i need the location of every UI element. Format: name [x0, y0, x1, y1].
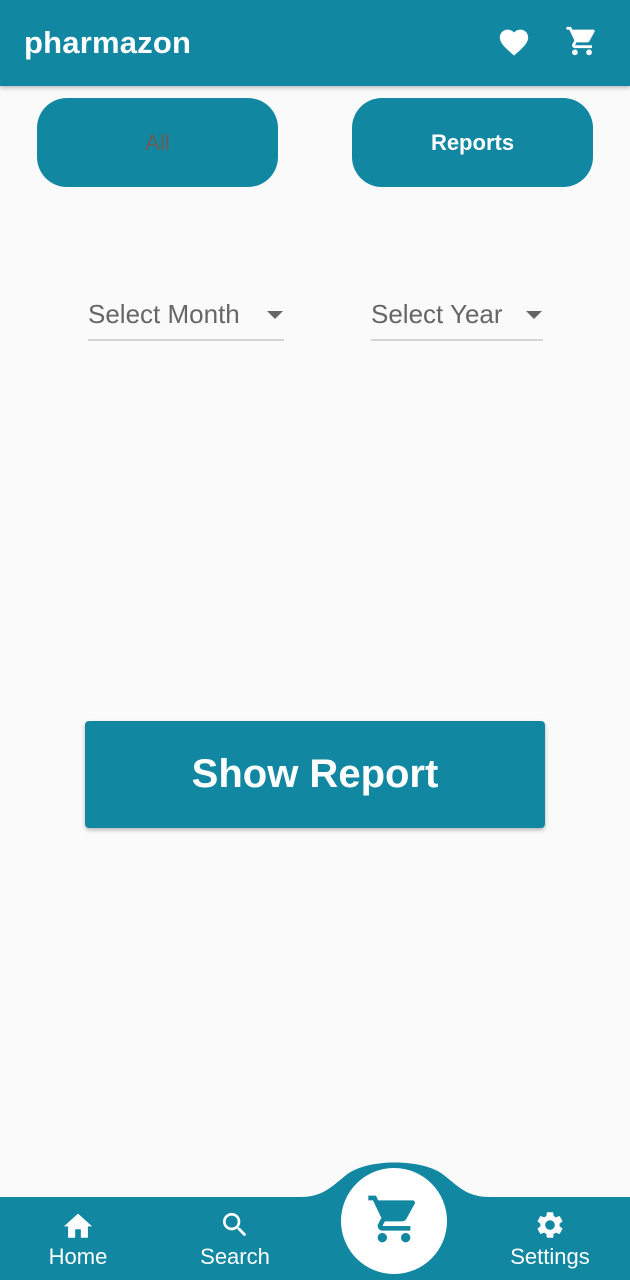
gear-icon: [533, 1208, 567, 1242]
select-month-label: Select Month: [88, 299, 240, 329]
nav-home-label: Home: [48, 1244, 108, 1269]
cart-button[interactable]: [558, 19, 606, 67]
app-title: pharmazon: [24, 25, 192, 60]
nav-home[interactable]: Home: [23, 1208, 133, 1276]
heart-icon: [497, 25, 531, 62]
select-year-dropdown[interactable]: Select Year: [371, 290, 543, 341]
nav-settings-label: Settings: [510, 1244, 590, 1269]
cart-icon: [565, 24, 599, 63]
search-icon: [218, 1208, 252, 1242]
tab-all[interactable]: All: [37, 98, 278, 187]
app-root: pharmazon All Reports Select Month Selec…: [0, 0, 630, 1280]
app-bar: pharmazon: [0, 0, 630, 86]
nav-search-label: Search: [200, 1244, 270, 1269]
dropdown-caret-icon: [260, 303, 284, 327]
cart-fab-button[interactable]: [341, 1168, 447, 1274]
show-report-button[interactable]: Show Report: [85, 721, 545, 828]
nav-search[interactable]: Search: [180, 1208, 290, 1276]
select-year-label: Select Year: [371, 299, 503, 329]
nav-settings[interactable]: Settings: [495, 1208, 605, 1276]
home-icon: [61, 1208, 95, 1242]
select-month-dropdown[interactable]: Select Month: [88, 290, 284, 341]
bottom-navigation: Home Search Settings: [0, 1160, 630, 1280]
favorites-button[interactable]: [490, 19, 538, 67]
cart-icon: [366, 1191, 422, 1252]
dropdown-caret-icon: [519, 303, 543, 327]
tab-reports[interactable]: Reports: [352, 98, 593, 187]
